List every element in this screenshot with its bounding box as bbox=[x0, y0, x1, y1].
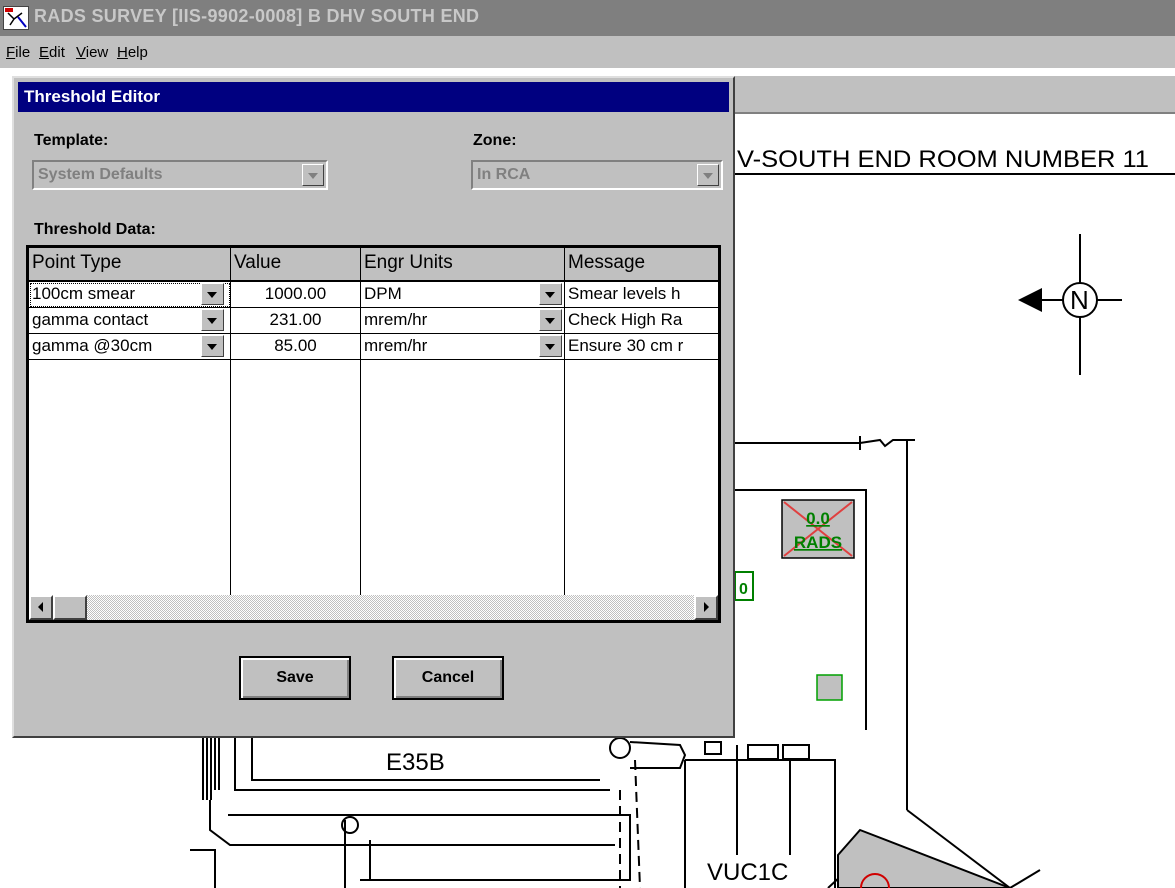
cell-engr-units[interactable]: mrem/hr bbox=[361, 308, 565, 334]
north-arrow-icon: N bbox=[1018, 234, 1122, 375]
partial-marker-text: 0 bbox=[739, 581, 748, 598]
point-type-dropdown-icon[interactable] bbox=[201, 283, 224, 305]
save-button[interactable]: Save bbox=[239, 656, 351, 700]
menu-file-mnemonic: F bbox=[6, 44, 16, 61]
threshold-grid[interactable]: Point Type Value Engr Units Message 100c… bbox=[26, 245, 721, 623]
point-marker[interactable] bbox=[816, 674, 843, 701]
col-divider bbox=[564, 360, 565, 595]
dialog-title-bar[interactable]: Threshold Editor bbox=[18, 82, 729, 112]
col-header-message[interactable]: Message bbox=[565, 248, 718, 282]
room-header-text: V-SOUTH END ROOM NUMBER 11 bbox=[737, 146, 1149, 173]
tank-shape bbox=[837, 828, 1011, 888]
table-row[interactable]: gamma contact 231.00 mrem/hr Check High … bbox=[29, 308, 718, 334]
rads-value: 0.0 bbox=[806, 509, 830, 528]
north-label: N bbox=[1070, 285, 1089, 315]
menu-view-rest: iew bbox=[85, 44, 109, 61]
zone-dropdown-icon[interactable] bbox=[697, 164, 719, 186]
cell-value[interactable]: 1000.00 bbox=[231, 282, 361, 308]
col-header-engr-units[interactable]: Engr Units bbox=[361, 248, 565, 282]
point-type-dropdown-icon[interactable] bbox=[201, 335, 224, 357]
window-title: RADS SURVEY [IIS-9902-0008] B DHV SOUTH … bbox=[34, 6, 480, 26]
template-dropdown-icon[interactable] bbox=[302, 164, 324, 186]
partial-marker[interactable]: 0 bbox=[734, 571, 754, 601]
point-type-dropdown-icon[interactable] bbox=[201, 309, 224, 331]
scroll-right-button[interactable] bbox=[694, 595, 718, 620]
cell-value[interactable]: 85.00 bbox=[231, 334, 361, 360]
col-divider bbox=[230, 360, 231, 595]
scroll-thumb[interactable] bbox=[53, 595, 87, 620]
label-e35b: E35B bbox=[386, 749, 445, 776]
menu-edit-rest: dit bbox=[49, 44, 65, 61]
menu-help[interactable]: Help bbox=[117, 44, 148, 61]
menu-edit-mnemonic: E bbox=[39, 44, 50, 61]
menu-file-rest: ile bbox=[15, 44, 31, 61]
menu-help-mnemonic: H bbox=[117, 44, 128, 61]
dialog-title: Threshold Editor bbox=[24, 87, 160, 106]
zone-label: Zone: bbox=[473, 132, 517, 149]
col-header-value[interactable]: Value bbox=[231, 248, 361, 282]
cell-message[interactable]: Check High Ra bbox=[565, 308, 718, 334]
template-value: System Defaults bbox=[38, 166, 163, 183]
units-dropdown-icon[interactable] bbox=[539, 309, 562, 331]
cell-engr-units-text: DPM bbox=[364, 284, 402, 303]
table-row[interactable]: gamma @30cm 85.00 mrem/hr Ensure 30 cm r bbox=[29, 334, 718, 360]
cell-engr-units[interactable]: DPM bbox=[361, 282, 565, 308]
units-dropdown-icon[interactable] bbox=[539, 335, 562, 357]
cell-engr-units-text: mrem/hr bbox=[364, 310, 428, 329]
scroll-left-button[interactable] bbox=[29, 595, 53, 620]
menu-help-rest: elp bbox=[127, 44, 148, 61]
label-vuc1c: VUC1C bbox=[707, 859, 788, 886]
cancel-button[interactable]: Cancel bbox=[392, 656, 504, 700]
cell-message[interactable]: Smear levels h bbox=[565, 282, 718, 308]
template-select[interactable]: System Defaults bbox=[32, 160, 328, 190]
cell-point-type-text: gamma contact bbox=[32, 310, 149, 329]
zone-select[interactable]: In RCA bbox=[471, 160, 723, 190]
threshold-editor-dialog: Threshold Editor Template: System Defaul… bbox=[12, 76, 735, 738]
title-bar: RADS SURVEY [IIS-9902-0008] B DHV SOUTH … bbox=[0, 0, 1175, 36]
menu-view[interactable]: View bbox=[76, 44, 108, 61]
threshold-data-label: Threshold Data: bbox=[34, 221, 156, 238]
table-row[interactable]: 100cm smear 1000.00 DPM Smear levels h bbox=[29, 282, 718, 308]
cell-message[interactable]: Ensure 30 cm r bbox=[565, 334, 718, 360]
rads-marker[interactable]: 0.0 RADS bbox=[781, 499, 855, 559]
arrow-right-icon bbox=[704, 602, 709, 612]
template-label: Template: bbox=[34, 132, 109, 149]
col-header-point-type[interactable]: Point Type bbox=[29, 248, 231, 282]
cell-engr-units-text: mrem/hr bbox=[364, 336, 428, 355]
cell-point-type[interactable]: 100cm smear bbox=[29, 282, 231, 308]
zone-value: In RCA bbox=[477, 166, 531, 183]
cell-engr-units[interactable]: mrem/hr bbox=[361, 334, 565, 360]
rads-label: RADS bbox=[794, 533, 842, 552]
cell-point-type-text: gamma @30cm bbox=[32, 336, 153, 355]
app-icon[interactable] bbox=[3, 6, 29, 30]
cell-value[interactable]: 231.00 bbox=[231, 308, 361, 334]
menu-bar: File Edit View Help bbox=[0, 36, 1175, 68]
arrow-left-icon bbox=[38, 602, 43, 612]
menu-edit[interactable]: Edit bbox=[39, 44, 65, 61]
menu-file[interactable]: File bbox=[6, 44, 30, 61]
menu-view-mnemonic: V bbox=[76, 44, 86, 61]
cell-point-type[interactable]: gamma @30cm bbox=[29, 334, 231, 360]
col-divider bbox=[360, 360, 361, 595]
units-dropdown-icon[interactable] bbox=[539, 283, 562, 305]
cell-point-type[interactable]: gamma contact bbox=[29, 308, 231, 334]
cell-point-type-text: 100cm smear bbox=[32, 284, 135, 303]
toolbar-strip bbox=[735, 76, 1175, 114]
horizontal-scrollbar[interactable] bbox=[29, 595, 718, 620]
